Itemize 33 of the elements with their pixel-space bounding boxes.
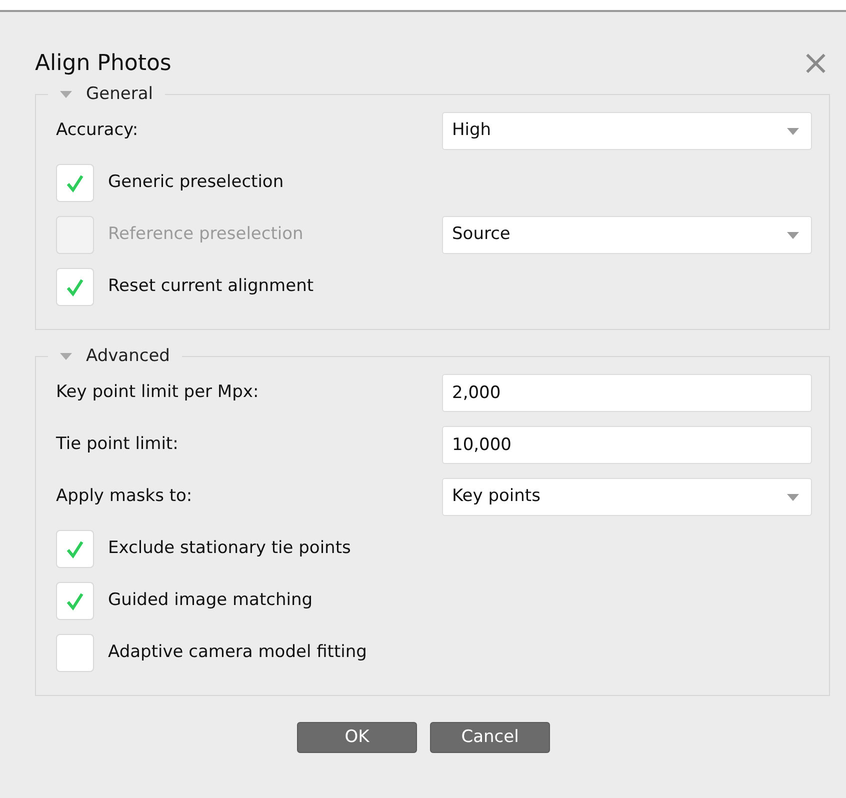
expand-arrow-icon[interactable] — [60, 353, 72, 360]
checkbox-label: Generic preselection — [108, 171, 284, 194]
dropdown-arrow-icon — [787, 232, 799, 238]
dialog-title: Align Photos — [35, 50, 172, 78]
expand-arrow-icon[interactable] — [60, 91, 72, 98]
section-title: Advanced — [86, 345, 170, 368]
checkbox-label: Reset current alignment — [108, 275, 314, 298]
checkbox[interactable] — [56, 164, 94, 202]
checkbox-label: Exclude stationary tie points — [108, 537, 351, 560]
checkbox[interactable] — [56, 268, 94, 306]
checkbox[interactable] — [56, 634, 94, 672]
field-label: Apply masks to: — [56, 485, 194, 508]
checkmark-icon — [65, 539, 85, 559]
field-label: Key point limit per Mpx: — [56, 381, 260, 404]
dropdown-arrow-icon — [787, 128, 799, 134]
field-label: Accuracy: — [56, 119, 140, 142]
checkmark-icon — [65, 591, 85, 611]
field-label: Tie point limit: — [56, 433, 180, 456]
dropdown[interactable]: High — [442, 112, 812, 150]
checkbox[interactable] — [56, 582, 94, 620]
checkmark-icon — [65, 173, 85, 193]
checkbox-label: Reference preselection — [108, 223, 304, 246]
cancel-button[interactable]: Cancel — [430, 722, 550, 753]
dropdown-arrow-icon — [787, 494, 799, 500]
dropdown[interactable]: Key points — [442, 478, 812, 516]
ok-button[interactable]: OK — [297, 722, 417, 753]
checkbox-label: Adaptive camera model fitting — [108, 641, 367, 664]
input-field[interactable]: 2,000 — [442, 374, 812, 412]
checkbox-label: Guided image matching — [108, 589, 313, 612]
checkmark-icon — [65, 277, 85, 297]
section-title: General — [86, 83, 153, 106]
input-field[interactable]: 10,000 — [442, 426, 812, 464]
checkbox[interactable] — [56, 530, 94, 568]
